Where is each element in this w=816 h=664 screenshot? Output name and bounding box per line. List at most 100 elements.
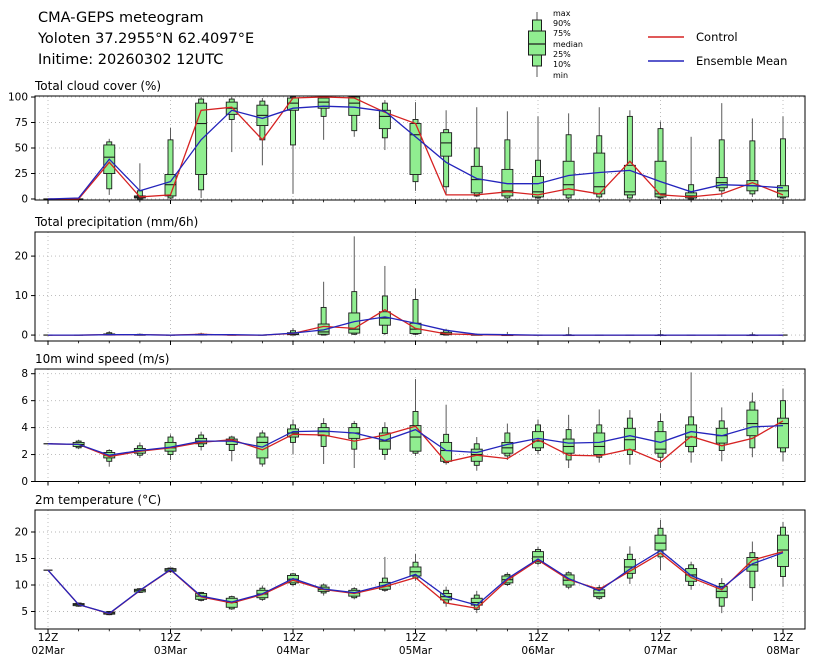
box-whisker bbox=[378, 265, 391, 336]
page-title: CMA-GEPS meteogram bbox=[38, 10, 204, 26]
box-whisker bbox=[562, 414, 575, 469]
y-axis: 0 2 4 6 8 bbox=[21, 368, 35, 488]
y-tick-label: 6 bbox=[21, 395, 28, 407]
y-tick-label: 100 bbox=[8, 92, 28, 104]
header-location: Yoloten 37.2955°N 62.4097°E bbox=[37, 31, 254, 47]
x-tick-label-date: 07Mar bbox=[644, 645, 678, 657]
y-tick-label: 50 bbox=[15, 143, 28, 155]
legend-label-10: 10% bbox=[553, 60, 571, 69]
panel-title: 10m wind speed (m/s) bbox=[35, 352, 169, 366]
panel-total-precipitation: 0 10 20 Total precipitation (mm/6h) bbox=[15, 215, 806, 345]
header-initime: Initime: 20260302 12UTC bbox=[38, 52, 223, 68]
box-whisker bbox=[623, 110, 636, 199]
box-whiskers bbox=[43, 519, 789, 616]
y-tick-label: 10 bbox=[15, 580, 28, 592]
x-axis bbox=[47, 481, 784, 486]
x-tick-label-time: 12Z bbox=[650, 632, 671, 644]
box-whisker bbox=[409, 379, 422, 456]
control-legend-label: Control bbox=[696, 30, 738, 44]
y-tick-label: 15 bbox=[15, 553, 28, 565]
x-tick-label-date: 05Mar bbox=[399, 645, 433, 657]
x-axis bbox=[47, 200, 784, 204]
y-tick-label: 5 bbox=[21, 606, 28, 618]
legend-label-median: median bbox=[553, 40, 583, 49]
box-whisker bbox=[654, 519, 667, 571]
box-whisker bbox=[470, 107, 483, 197]
y-tick-label: 0 bbox=[21, 476, 28, 488]
y-tick-label: 75 bbox=[15, 117, 28, 129]
y-tick-label: 10 bbox=[15, 290, 28, 302]
box-whisker bbox=[501, 111, 514, 199]
legend-box-iqr bbox=[528, 30, 546, 56]
panel-title: Total cloud cover (%) bbox=[34, 79, 161, 93]
x-tick-label-date: 08Mar bbox=[766, 645, 800, 657]
box-whisker bbox=[654, 121, 667, 199]
panel-temperature: 51015202m temperature (°C)12Z02Mar12Z03M… bbox=[15, 493, 806, 657]
ensemble-legend-label: Ensemble Mean bbox=[696, 54, 787, 68]
boxplot-legend: max 90% 75% median 25% 10% min bbox=[528, 9, 583, 80]
box-whisker bbox=[715, 578, 728, 614]
x-tick-label-time: 12Z bbox=[405, 632, 426, 644]
box-whisker bbox=[440, 404, 453, 465]
panel-total-cloud-cover: 0 25 50 75 100 Total cloud cover (%) bbox=[8, 79, 806, 205]
x-axis bbox=[47, 341, 784, 345]
box-whisker bbox=[593, 107, 606, 199]
x-tick-label-time: 12Z bbox=[528, 632, 549, 644]
x-tick-label-date: 02Mar bbox=[31, 645, 65, 657]
y-tick-label: 4 bbox=[21, 422, 28, 434]
y-axis: 0 10 20 bbox=[15, 251, 35, 342]
x-tick-label-date: 06Mar bbox=[521, 645, 555, 657]
box-whisker bbox=[317, 96, 330, 140]
box-whisker bbox=[225, 97, 238, 153]
panel-wind-speed: 0 2 4 6 8 10m wind speed (m/s) bbox=[21, 352, 806, 488]
box-whisker bbox=[195, 97, 208, 198]
box-whisker bbox=[440, 110, 453, 195]
y-tick-label: 0 bbox=[21, 330, 28, 342]
box-whisker bbox=[378, 422, 391, 460]
meteogram-figure: CMA-GEPS meteogram Yoloten 37.2955°N 62.… bbox=[8, 9, 806, 657]
box-whiskers bbox=[43, 372, 789, 471]
panel-title: Total precipitation (mm/6h) bbox=[34, 215, 198, 229]
legend-label-90: 90% bbox=[553, 19, 571, 28]
box-whisker bbox=[685, 372, 698, 463]
box-whisker bbox=[562, 113, 575, 199]
line-legend: Control Ensemble Mean bbox=[648, 30, 787, 68]
box-whisker bbox=[317, 418, 330, 464]
box-whisker bbox=[715, 103, 728, 197]
box-whisker bbox=[532, 419, 544, 455]
x-tick-label-time: 12Z bbox=[773, 632, 794, 644]
y-tick-label: 20 bbox=[15, 526, 28, 538]
legend-box-10 bbox=[532, 54, 542, 67]
box-whisker bbox=[685, 136, 698, 200]
box-whiskers bbox=[43, 236, 788, 337]
box-whisker bbox=[164, 127, 177, 199]
y-axis: 5 10 15 20 bbox=[15, 526, 35, 618]
legend-label-min: min bbox=[553, 71, 568, 80]
y-tick-label: 0 bbox=[21, 193, 28, 205]
x-tick-label-date: 03Mar bbox=[154, 645, 188, 657]
box-whisker bbox=[348, 236, 361, 336]
y-tick-label: 25 bbox=[15, 168, 28, 180]
box-whisker bbox=[777, 116, 789, 199]
box-whisker bbox=[409, 102, 422, 191]
box-whisker bbox=[256, 98, 269, 166]
box-whisker bbox=[287, 419, 299, 455]
y-tick-label: 20 bbox=[15, 251, 28, 263]
box-whisker bbox=[623, 410, 636, 465]
box-whisker bbox=[777, 388, 789, 462]
x-tick-label-date: 04Mar bbox=[276, 645, 310, 657]
box-whisker bbox=[623, 546, 636, 584]
panel-title: 2m temperature (°C) bbox=[35, 493, 161, 507]
legend-box-90 bbox=[532, 19, 542, 32]
box-whisker bbox=[133, 163, 146, 200]
legend-label-max: max bbox=[553, 9, 571, 18]
legend-label-75: 75% bbox=[553, 29, 571, 38]
box-whisker bbox=[746, 392, 759, 458]
box-whisker bbox=[746, 541, 759, 601]
x-tick-label-time: 12Z bbox=[38, 632, 59, 644]
box-whisker bbox=[470, 437, 483, 471]
box-whisker bbox=[378, 100, 391, 151]
box-whisker bbox=[287, 96, 299, 194]
y-tick-label: 8 bbox=[21, 368, 28, 380]
box-whisker bbox=[562, 327, 575, 337]
